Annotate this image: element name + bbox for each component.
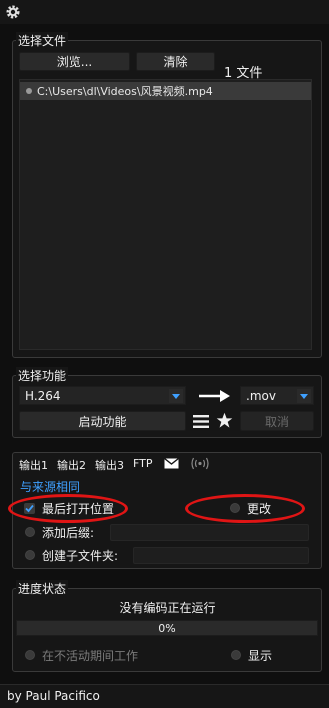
star-icon[interactable] xyxy=(216,412,233,429)
broadcast-icon[interactable] xyxy=(190,457,210,470)
tab-output2[interactable]: 输出2 xyxy=(57,457,86,473)
codec-value: H.264 xyxy=(25,388,61,403)
add-suffix-radio[interactable] xyxy=(25,527,35,537)
highlight-ellipse xyxy=(185,494,305,523)
select-files-title: 选择文件 xyxy=(16,32,69,49)
gear-icon[interactable] xyxy=(5,4,21,20)
footer-bar: by Paul Pacifico xyxy=(0,684,329,708)
progress-percent: 0% xyxy=(158,621,176,635)
list-item[interactable]: C:\Users\dl\Videos\风景视频.mp4 xyxy=(20,82,311,100)
highlight-ellipse xyxy=(8,494,128,523)
bullet-icon xyxy=(26,88,32,94)
chevron-down-icon xyxy=(169,389,183,403)
top-bar xyxy=(0,0,329,24)
mail-icon[interactable] xyxy=(164,458,179,469)
browse-button[interactable]: 浏览... xyxy=(19,52,130,71)
codec-select[interactable]: H.264 xyxy=(19,386,186,405)
clear-button[interactable]: 清除 xyxy=(136,52,215,71)
progress-bar: 0% xyxy=(16,620,318,636)
progress-status-text: 没有编码正在运行 xyxy=(119,601,216,615)
create-subfolder-radio[interactable] xyxy=(25,550,35,560)
show-label[interactable]: 显示 xyxy=(248,647,272,664)
inactive-work-label: 在不活动期间工作 xyxy=(42,649,139,663)
inactive-work-radio[interactable] xyxy=(25,650,35,660)
container-value: .mov xyxy=(246,388,276,403)
select-function-title: 选择功能 xyxy=(16,367,69,384)
start-button[interactable]: 启动功能 xyxy=(19,411,186,431)
subfolder-input[interactable] xyxy=(133,547,309,564)
chevron-down-icon xyxy=(297,389,311,403)
create-subfolder-label: 创建子文件夹: xyxy=(42,549,119,563)
progress-title: 进度状态 xyxy=(16,580,69,597)
same-as-source-link[interactable]: 与来源相同 xyxy=(20,478,80,495)
container-select[interactable]: .mov xyxy=(240,386,314,405)
suffix-input[interactable] xyxy=(110,524,309,541)
footer-credit: by Paul Pacifico xyxy=(7,689,100,703)
add-suffix-label: 添加后缀: xyxy=(42,526,95,540)
show-radio[interactable] xyxy=(231,650,241,660)
tab-output3[interactable]: 输出3 xyxy=(95,457,124,473)
arrow-right-icon xyxy=(199,390,230,402)
file-list[interactable]: C:\Users\dl\Videos\风景视频.mp4 xyxy=(19,79,312,350)
file-path: C:\Users\dl\Videos\风景视频.mp4 xyxy=(37,85,213,98)
menu-icon[interactable] xyxy=(193,414,209,429)
tab-ftp[interactable]: FTP xyxy=(133,457,153,470)
tab-output1[interactable]: 输出1 xyxy=(19,457,48,473)
cancel-button[interactable]: 取消 xyxy=(240,411,314,431)
